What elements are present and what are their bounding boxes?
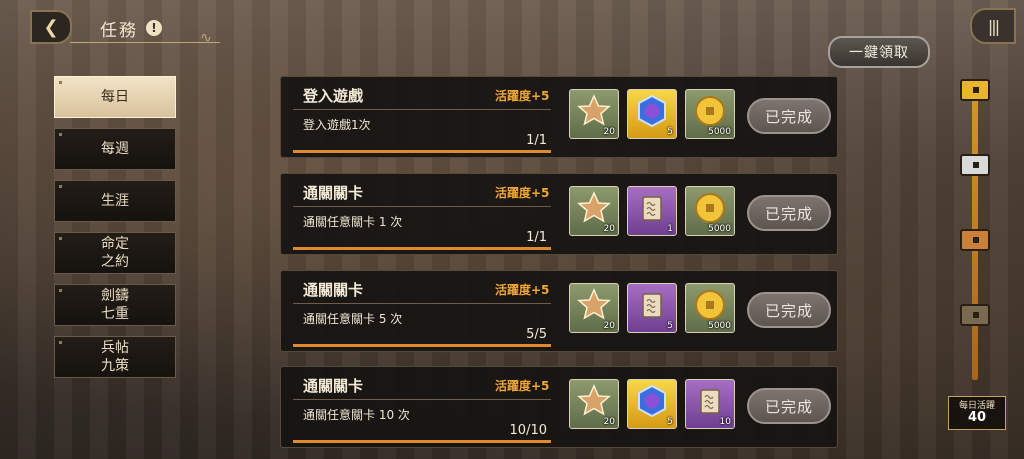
reward-quantity: 1 [667,224,673,234]
bronze-chest-icon[interactable] [957,225,993,255]
daily-activity-value: 40 [967,410,987,425]
task-divider [293,206,551,207]
task-progress-text: 5/5 [526,327,547,342]
task-divider [293,109,551,110]
blue-gem-icon [628,90,676,132]
back-arrow-icon: ❮ [43,16,59,38]
gold-coin-icon [686,90,734,132]
reward-item[interactable]: 5 [627,379,677,429]
star-medal-icon [570,380,618,422]
reward-quantity: 5 [667,321,673,331]
menu-button[interactable]: ||| [970,8,1016,44]
gold-coin-icon [686,187,734,229]
star-medal-icon [570,187,618,229]
claim-all-button[interactable]: 一鍵領取 [828,36,930,68]
completed-button[interactable]: 已完成 [747,388,831,424]
reward-quantity: 5000 [708,127,731,137]
task-description: 通關任意關卡 10 次 [303,408,410,422]
back-button[interactable]: ❮ [30,10,72,44]
reward-item[interactable]: 10 [685,379,735,429]
task-progress-fill [293,344,551,347]
task-name: 登入遊戲 [303,87,364,105]
page-title: 任務 [100,20,138,41]
reward-quantity: 5 [667,417,673,427]
completed-button[interactable]: 已完成 [747,292,831,328]
reward-item[interactable]: 20 [569,379,619,429]
task-divider [293,399,551,400]
task-activity-points: 活躍度+5 [495,186,550,200]
silver-chest-icon[interactable] [957,150,993,180]
daily-activity-badge: 每日活躍 40 [948,396,1006,430]
scroll-icon [628,187,676,229]
menu-icon: ||| [987,16,1000,36]
task-card: 通關關卡 活躍度+5 通關任意關卡 10 次 10/10 20 5 10 已完成 [280,366,838,448]
task-divider [293,303,551,304]
scroll-icon [628,284,676,326]
reward-quantity: 5000 [708,321,731,331]
task-progress-text: 1/1 [526,230,547,245]
task-activity-points: 活躍度+5 [495,89,550,103]
decorative-curl-icon: ∿ [200,30,212,46]
completed-button[interactable]: 已完成 [747,98,831,134]
task-activity-points: 活躍度+5 [495,283,550,297]
scroll-icon [686,380,734,422]
star-medal-icon [570,90,618,132]
task-progress-text: 1/1 [526,133,547,148]
task-description: 通關任意關卡 1 次 [303,215,403,229]
star-medal-icon [570,284,618,326]
tab-destiny-pact[interactable]: 命定 之約 [54,232,176,274]
reward-item[interactable]: 5 [627,89,677,139]
reward-quantity: 20 [603,321,615,331]
tab-nine-strategies[interactable]: 兵帖 九策 [54,336,176,378]
task-description: 通關任意關卡 5 次 [303,312,403,326]
task-progress-fill [293,440,551,443]
tab-seven-forges[interactable]: 劍鑄 七重 [54,284,176,326]
task-name: 通關關卡 [303,184,364,202]
reward-item[interactable]: 5 [627,283,677,333]
reward-quantity: 20 [603,127,615,137]
reward-quantity: 20 [603,417,615,427]
tab-career[interactable]: 生涯 [54,180,176,222]
task-activity-points: 活躍度+5 [495,379,550,393]
completed-button[interactable]: 已完成 [747,195,831,231]
task-progress-bar [293,344,551,347]
task-name: 通關關卡 [303,377,364,395]
task-progress-fill [293,247,551,250]
gold-chest-icon[interactable] [957,75,993,105]
info-icon[interactable]: ! [146,20,162,36]
reward-quantity: 5 [667,127,673,137]
reward-item[interactable]: 5000 [685,283,735,333]
task-progress-bar [293,247,551,250]
reward-quantity: 10 [719,417,731,427]
task-progress-text: 10/10 [509,423,547,438]
reward-item[interactable]: 1 [627,186,677,236]
task-description: 登入遊戲1次 [303,118,371,132]
dark-chest-icon[interactable] [957,300,993,330]
tab-daily[interactable]: 每日 [54,76,176,118]
title-bar: 任務 ! [70,14,220,43]
task-progress-fill [293,150,551,153]
reward-item[interactable]: 20 [569,89,619,139]
task-progress-bar [293,440,551,443]
task-card: 登入遊戲 活躍度+5 登入遊戲1次 1/1 20 5 5000 已完成 [280,76,838,158]
task-progress-bar [293,150,551,153]
task-card: 通關關卡 活躍度+5 通關任意關卡 5 次 5/5 20 5 5000 已完成 [280,270,838,352]
reward-item[interactable]: 5000 [685,186,735,236]
reward-item[interactable]: 5000 [685,89,735,139]
task-card: 通關關卡 活躍度+5 通關任意關卡 1 次 1/1 20 1 5000 已完成 [280,173,838,255]
blue-gem-icon [628,380,676,422]
reward-item[interactable]: 20 [569,186,619,236]
task-name: 通關關卡 [303,281,364,299]
tab-weekly[interactable]: 每週 [54,128,176,170]
gold-coin-icon [686,284,734,326]
reward-quantity: 5000 [708,224,731,234]
reward-item[interactable]: 20 [569,283,619,333]
reward-quantity: 20 [603,224,615,234]
